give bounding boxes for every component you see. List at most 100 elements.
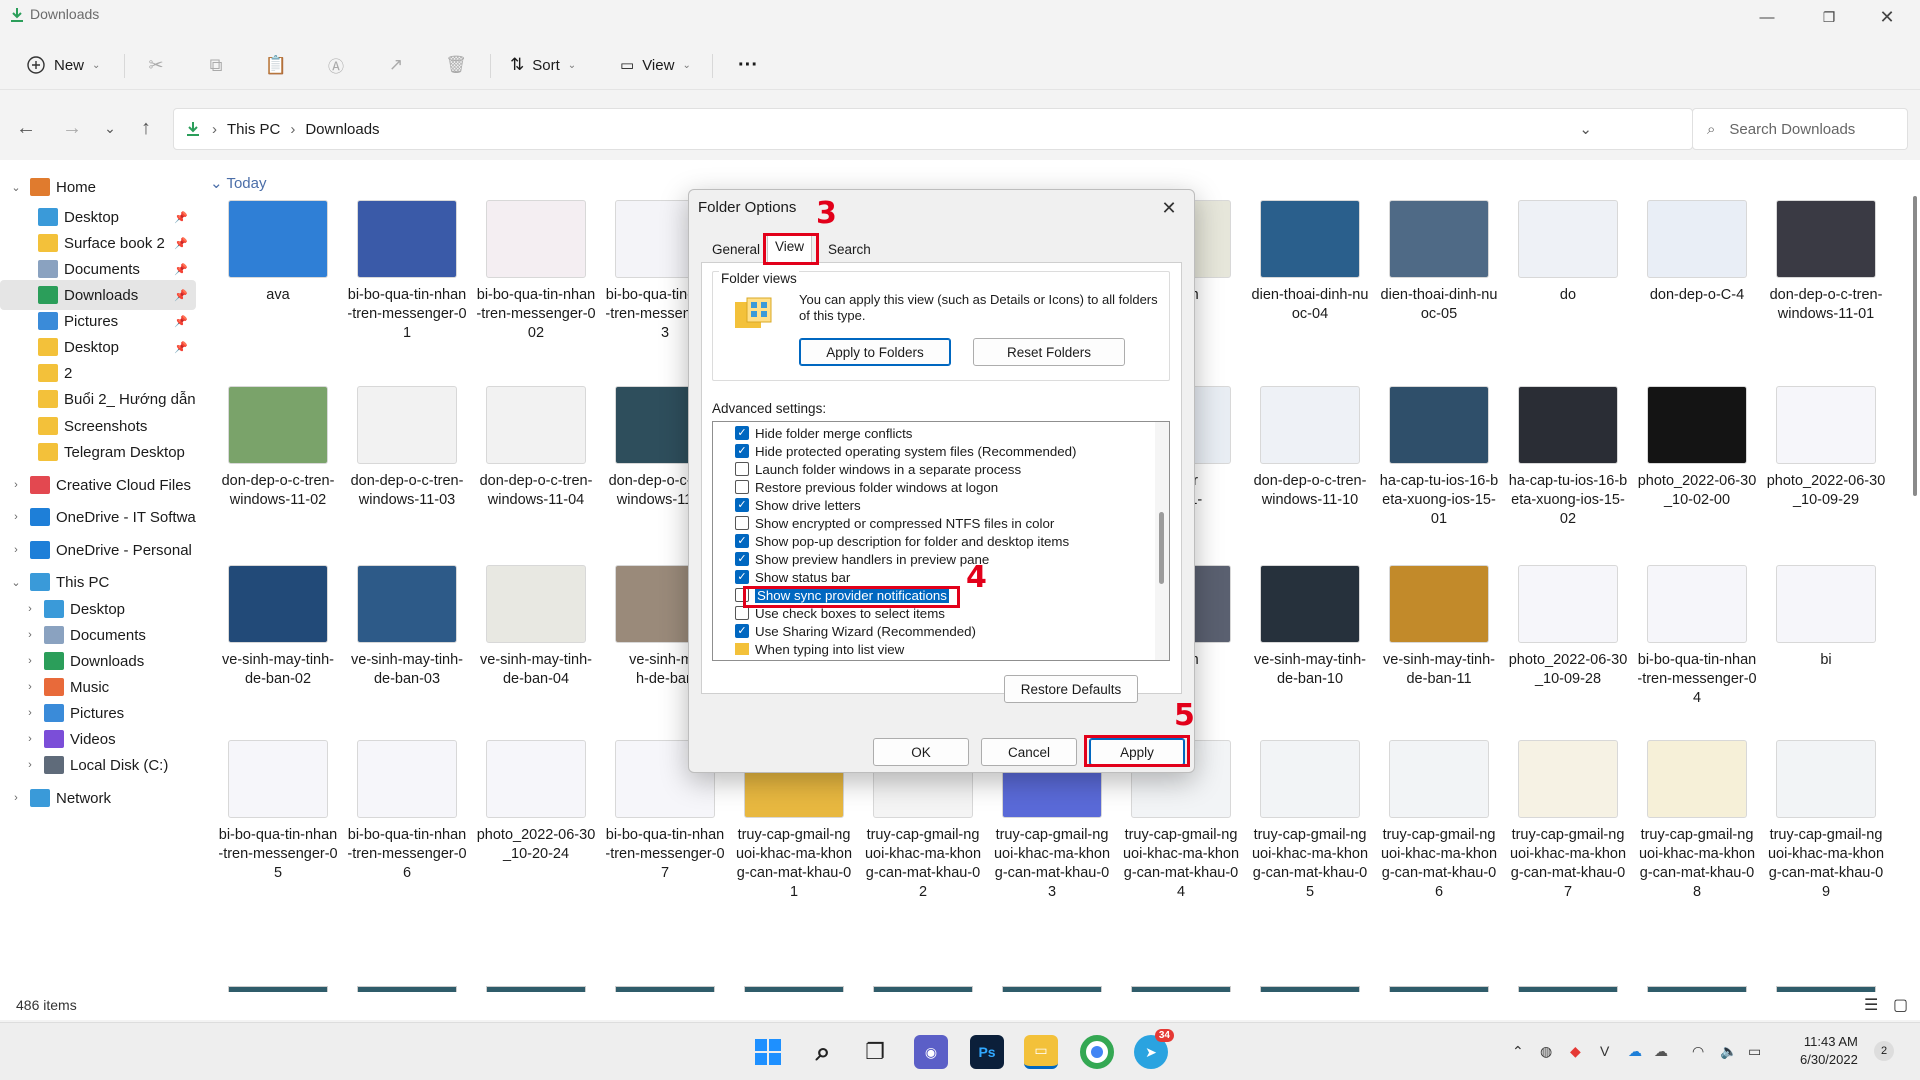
file-item[interactable]: photo_2022-06-30_10-20-24	[476, 740, 596, 864]
battery-icon[interactable]: ▭	[1748, 1043, 1761, 1060]
tab-general[interactable]: General	[705, 238, 768, 262]
setting-checkbox[interactable]	[735, 462, 749, 476]
setting-checkbox[interactable]	[735, 480, 749, 494]
breadcrumb-downloads[interactable]: Downloads	[305, 121, 379, 138]
share-button[interactable]: ↗	[383, 52, 409, 78]
chevron-down-icon[interactable]: ⌄	[10, 576, 22, 589]
setting-checkbox[interactable]	[735, 552, 749, 566]
sidebar-item[interactable]: › Network	[0, 783, 196, 813]
file-item[interactable]: bi-bo-qua-tin-nhan-tren-messenger-06	[347, 740, 467, 883]
chevron-down-icon[interactable]: ⌄	[10, 181, 22, 194]
file-item[interactable]: ve-sinh-may-tinh-de-ban-11	[1379, 565, 1499, 689]
file-item[interactable]: don-dep-o-c-tren-windows-11-04	[476, 386, 596, 510]
file-item[interactable]: photo_2022-06-30_10-09-29	[1766, 386, 1886, 510]
sidebar-item[interactable]: › OneDrive - IT Softwa	[0, 502, 196, 532]
back-button[interactable]: ←	[12, 114, 40, 142]
scrollbar-thumb[interactable]	[1913, 196, 1917, 496]
copy-button[interactable]: ⧉	[203, 52, 229, 78]
advanced-settings-scrollbar[interactable]	[1155, 422, 1169, 660]
breadcrumb-this-pc[interactable]: This PC	[227, 121, 280, 138]
up-button[interactable]: ↑	[132, 114, 160, 142]
file-item[interactable]: ve-sinh-may-tinh-de-ban-10	[1250, 565, 1370, 689]
sidebar-item[interactable]: › Local Disk (C:)	[0, 750, 196, 780]
wifi-icon[interactable]: ◠	[1692, 1043, 1704, 1060]
clock[interactable]: 11:43 AM 6/30/2022	[1800, 1033, 1858, 1069]
address-bar[interactable]: › This PC › Downloads ⌄ ↻	[173, 108, 1734, 150]
advanced-setting-row[interactable]: Hide folder merge conflicts	[735, 424, 912, 442]
minimize-button[interactable]: —	[1744, 2, 1790, 32]
file-item[interactable]: don-dep-o-c-tren-windows-11-10	[1250, 386, 1370, 510]
chevron-right-icon[interactable]: ›	[24, 733, 36, 745]
file-item[interactable]: bi	[1766, 565, 1886, 670]
advanced-setting-row[interactable]: Show status bar	[735, 568, 850, 586]
file-item[interactable]: bi-bo-qua-tin-nhan-tren-messenger-002	[476, 200, 596, 343]
chevron-up-icon[interactable]: ⌃	[1512, 1043, 1524, 1060]
chevron-right-icon[interactable]: ›	[24, 759, 36, 771]
chat-button[interactable]: ◉	[914, 1035, 948, 1069]
setting-checkbox[interactable]	[735, 570, 749, 584]
notification-count[interactable]: 2	[1874, 1041, 1894, 1061]
file-explorer-button[interactable]: ▭	[1024, 1035, 1058, 1069]
search-taskbar-button[interactable]: ⌕	[806, 1035, 840, 1069]
view-button[interactable]: ▭ View ⌄	[620, 50, 691, 80]
advanced-setting-row[interactable]: Show encrypted or compressed NTFS files …	[735, 514, 1054, 532]
file-item[interactable]: photo_2022-06-30_10-09-28	[1508, 565, 1628, 689]
ok-button[interactable]: OK	[873, 738, 969, 766]
large-icons-view-icon[interactable]: ▢	[1893, 995, 1908, 1015]
chevron-right-icon[interactable]: ›	[10, 792, 22, 804]
advanced-setting-row[interactable]: Use Sharing Wizard (Recommended)	[735, 622, 976, 640]
file-item[interactable]: bi-bo-qua-tin-nhan-tren-messenger-05	[218, 740, 338, 883]
file-item[interactable]: ve-sinh-may-tinh-de-ban-04	[476, 565, 596, 689]
file-item[interactable]: ve-sinh-may-tinh-de-ban-02	[218, 565, 338, 689]
photoshop-button[interactable]: Ps	[970, 1035, 1004, 1069]
chevron-right-icon[interactable]: ›	[24, 603, 36, 615]
start-button[interactable]	[751, 1035, 785, 1069]
cancel-button[interactable]: Cancel	[981, 738, 1077, 766]
chrome-button[interactable]	[1080, 1035, 1114, 1069]
paste-button[interactable]: 📋	[263, 52, 289, 78]
chevron-right-icon[interactable]: ›	[24, 681, 36, 693]
file-item[interactable]: don-dep-o-c-tren-windows-11-03	[347, 386, 467, 510]
chevron-right-icon[interactable]: ›	[24, 629, 36, 641]
sidebar-item[interactable]: Telegram Desktop	[0, 437, 196, 467]
search-box[interactable]: ⌕ Search Downloads	[1692, 108, 1908, 150]
vertical-scrollbar[interactable]	[1910, 172, 1920, 992]
sidebar-item[interactable]: › Creative Cloud Files	[0, 470, 196, 500]
task-view-button[interactable]: ❐	[858, 1035, 892, 1069]
file-item[interactable]: ha-cap-tu-ios-16-beta-xuong-ios-15-02	[1508, 386, 1628, 529]
setting-checkbox[interactable]	[735, 426, 749, 440]
chevron-right-icon[interactable]: ›	[10, 511, 22, 523]
forward-button[interactable]: →	[58, 114, 86, 142]
file-item[interactable]: don-dep-o-c-tren-windows-11-01	[1766, 200, 1886, 324]
telegram-button[interactable]: ➤ 34	[1134, 1029, 1174, 1069]
setting-checkbox[interactable]	[735, 444, 749, 458]
delete-button[interactable]: 🗑	[443, 52, 469, 78]
advanced-setting-row[interactable]: Restore previous folder windows at logon	[735, 478, 998, 496]
advanced-setting-row[interactable]: Hide protected operating system files (R…	[735, 442, 1077, 460]
onedrive-personal-tray-icon[interactable]: ☁	[1654, 1043, 1668, 1060]
rename-button[interactable]: Ⓐ	[323, 52, 349, 78]
sidebar-item[interactable]: › OneDrive - Personal	[0, 535, 196, 565]
file-item[interactable]: dien-thoai-dinh-nuoc-04	[1250, 200, 1370, 324]
volume-icon[interactable]: 🔈	[1720, 1043, 1737, 1060]
chevron-right-icon[interactable]: ›	[24, 707, 36, 719]
file-item[interactable]: do	[1508, 200, 1628, 305]
tray-anydesk-icon[interactable]: ◆	[1570, 1043, 1581, 1060]
recent-locations-button[interactable]: ⌄	[96, 114, 124, 142]
setting-checkbox[interactable]	[735, 516, 749, 530]
file-item[interactable]: truy-cap-gmail-nguoi-khac-ma-khong-can-m…	[1508, 740, 1628, 902]
advanced-setting-row[interactable]: When typing into list view	[735, 640, 904, 658]
setting-checkbox[interactable]	[735, 624, 749, 638]
maximize-button[interactable]: ❐	[1806, 2, 1852, 32]
tray-v-icon[interactable]: V	[1600, 1043, 1609, 1059]
file-item[interactable]: ve-sinh-may-tinh-de-ban-03	[347, 565, 467, 689]
sort-button[interactable]: ⇅ Sort ⌄	[510, 50, 576, 80]
setting-checkbox[interactable]	[735, 534, 749, 548]
file-item[interactable]: bi-bo-qua-tin-nhan-tren-messenger-01	[347, 200, 467, 343]
sidebar-item[interactable]: Buổi 2_ Hướng dẫn	[0, 384, 196, 414]
file-item[interactable]: don-dep-o-C-4	[1637, 200, 1757, 305]
advanced-setting-row[interactable]: Show drive letters	[735, 496, 861, 514]
advanced-setting-row[interactable]: Show preview handlers in preview pane	[735, 550, 989, 568]
file-item[interactable]: ha-cap-tu-ios-16-beta-xuong-ios-15-01	[1379, 386, 1499, 529]
chevron-right-icon[interactable]: ›	[24, 655, 36, 667]
